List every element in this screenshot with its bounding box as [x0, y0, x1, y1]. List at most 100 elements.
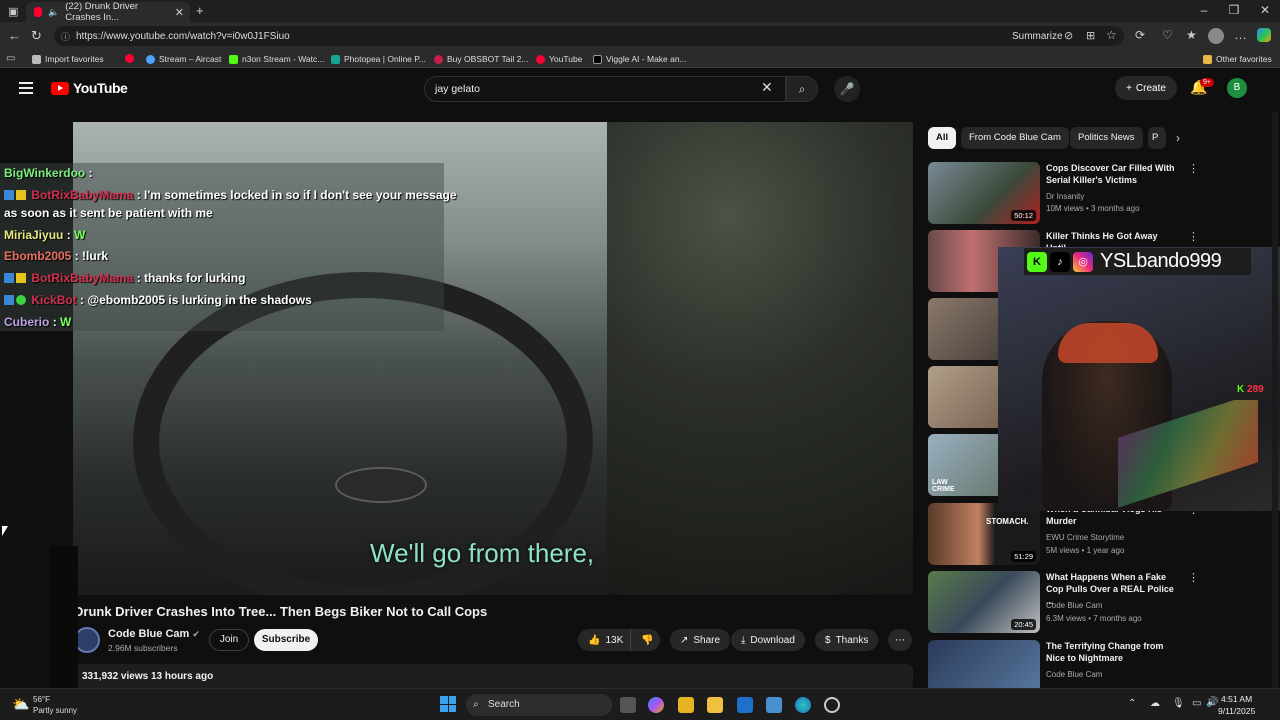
page-scrollbar[interactable] — [1272, 112, 1278, 688]
photos-icon[interactable] — [766, 697, 782, 713]
copilot-taskbar-icon[interactable] — [648, 697, 664, 713]
outlook-icon[interactable] — [737, 697, 753, 713]
reader-icon[interactable]: ⊘ — [1064, 29, 1073, 42]
browser-essentials-icon[interactable]: ♡ — [1162, 28, 1173, 42]
chip-more[interactable]: P — [1148, 127, 1166, 149]
favorites-icon[interactable]: ★ — [1186, 28, 1197, 42]
display-icon[interactable]: ▭ — [1192, 698, 1201, 709]
video-duration: 20:45 — [1011, 619, 1036, 630]
recommendation-item[interactable]: The Terrifying Change from Nice to Night… — [928, 640, 1188, 688]
voice-search-icon[interactable]: 🎤 — [834, 76, 860, 102]
rec-menu-icon[interactable]: ⋮ — [1188, 230, 1199, 243]
account-avatar[interactable]: B — [1227, 78, 1247, 98]
more-actions-button[interactable]: ⋯ — [888, 629, 912, 651]
social-handle: YSLbando999 — [1100, 250, 1222, 272]
other-favorites[interactable]: Other favorites — [1203, 54, 1272, 64]
file-explorer-icon[interactable] — [707, 697, 723, 713]
video-thumbnail[interactable]: STOMACH. 51:29 — [928, 503, 1040, 565]
bookmark-youtube-2[interactable]: YouTube — [536, 54, 582, 64]
windows-start-icon[interactable] — [440, 696, 456, 712]
channel-name[interactable]: Code Blue Cam ✔ — [108, 628, 200, 640]
video-thumbnail[interactable]: 20:45 — [928, 571, 1040, 633]
rec-title[interactable]: The Terrifying Change from Nice to Night… — [1046, 640, 1178, 664]
video-frame-blurred — [607, 122, 913, 595]
tray-chevron-icon[interactable]: ⌃ — [1128, 698, 1136, 709]
clear-search-icon[interactable]: ✕ — [761, 79, 773, 96]
recommendation-item[interactable]: STOMACH.51:29 When a Cannibal Vlogs His … — [928, 503, 1199, 567]
rec-menu-icon[interactable]: ⋮ — [1188, 162, 1199, 175]
youtube-logo[interactable]: YouTube — [51, 80, 128, 96]
bookmark-photopea[interactable]: Photopea | Online P... — [331, 54, 426, 64]
obs-icon[interactable] — [824, 697, 840, 713]
bookmark-menu-icon[interactable]: ▭ — [6, 53, 15, 64]
rec-title[interactable]: Cops Discover Car Filled With Serial Kil… — [1046, 162, 1178, 186]
thumb-overlay-text: STOMACH. — [986, 517, 1029, 526]
rec-channel[interactable]: Dr Insanity — [1046, 192, 1084, 201]
video-thumbnail[interactable]: 50:12 — [928, 162, 1040, 224]
recommendation-item[interactable]: 50:12 Cops Discover Car Filled With Seri… — [928, 162, 1199, 226]
description-box[interactable]: 331,932 views 13 hours ago — [74, 664, 913, 690]
rec-channel[interactable]: EWU Crime Storytime — [1046, 533, 1124, 542]
search-button[interactable]: ⌕ — [786, 76, 818, 102]
browser-tab[interactable]: 🔈 (22) Drunk Driver Crashes In... ✕ — [26, 1, 190, 23]
summarize-button[interactable]: Summarize — [1012, 31, 1063, 42]
dislike-button[interactable]: 👎 — [630, 629, 660, 651]
favorite-star-icon[interactable]: ☆ — [1106, 28, 1117, 42]
app-icon[interactable]: ⊞ — [1086, 29, 1095, 42]
url-field[interactable]: ⓘ https://www.youtube.com/watch?v=i0w0J1… — [54, 26, 1124, 46]
join-button[interactable]: Join — [209, 629, 249, 651]
chat-username: Cuberio — [4, 315, 50, 329]
weather-icon[interactable]: ⛅ — [12, 696, 29, 713]
share-button[interactable]: ↗ Share — [670, 629, 731, 651]
chip-politics-news[interactable]: Politics News — [1070, 127, 1143, 149]
subscribe-button[interactable]: Subscribe — [254, 629, 318, 651]
volume-icon[interactable]: 🔊 — [1206, 697, 1218, 708]
restore-icon[interactable]: ❐ — [1219, 3, 1249, 17]
chips-next-icon[interactable]: › — [1176, 131, 1180, 145]
streamer-hat — [1058, 323, 1158, 363]
tab-actions-icon[interactable]: ▣ — [8, 5, 18, 18]
like-button[interactable]: 👍 13K — [578, 629, 630, 651]
speaker-icon[interactable]: 🔈 — [48, 7, 59, 18]
more-icon[interactable]: … — [1234, 27, 1247, 42]
minimize-icon[interactable]: – — [1189, 3, 1219, 17]
share-icon: ↗ — [680, 634, 689, 646]
extensions-icon[interactable]: ⟳ — [1135, 28, 1145, 42]
back-icon[interactable]: ← — [8, 28, 21, 43]
chip-from-channel[interactable]: From Code Blue Cam — [961, 127, 1069, 149]
close-window-icon[interactable]: ✕ — [1250, 3, 1280, 17]
new-tab-icon[interactable]: + — [196, 3, 204, 18]
youtube-icon — [125, 54, 134, 63]
clock[interactable]: 4:51 AM 9/11/2025 — [1218, 693, 1255, 717]
bookmark-obsbot[interactable]: Buy OBSBOT Tail 2... — [434, 54, 528, 64]
task-view-icon[interactable] — [620, 697, 636, 713]
video-thumbnail[interactable] — [928, 640, 1040, 688]
microphone-icon[interactable]: 🎙 — [1172, 698, 1185, 709]
download-button[interactable]: ⤓ Download — [731, 629, 805, 651]
weather-widget[interactable]: 56°F Partly sunny — [33, 694, 77, 716]
thanks-button[interactable]: $ Thanks — [815, 629, 879, 651]
create-button[interactable]: + Create — [1115, 76, 1177, 100]
refresh-icon[interactable]: ↻ — [31, 28, 42, 44]
taskbar-search[interactable]: ⌕ Search — [466, 694, 612, 716]
copilot-icon[interactable] — [1257, 28, 1271, 42]
close-tab-icon[interactable]: ✕ — [175, 6, 184, 19]
recommendation-item[interactable]: 20:45 What Happens When a Fake Cop Pulls… — [928, 571, 1199, 635]
bookmark-aircast[interactable]: Stream – Aircast — [146, 54, 221, 64]
chat-text: : thanks for lurking — [136, 271, 246, 285]
onedrive-icon[interactable]: ☁ — [1150, 698, 1160, 709]
store-icon[interactable] — [678, 697, 694, 713]
edge-icon[interactable] — [795, 697, 811, 713]
bookmark-n3on[interactable]: n3on Stream - Watc... — [229, 54, 324, 64]
rec-menu-icon[interactable]: ⋮ — [1188, 571, 1199, 584]
rec-channel[interactable]: Code Blue Cam — [1046, 670, 1102, 679]
rec-channel[interactable]: Code Blue Cam — [1046, 601, 1102, 610]
menu-icon[interactable] — [19, 82, 33, 97]
profile-icon[interactable] — [1208, 28, 1224, 44]
bookmark-youtube-1[interactable] — [125, 54, 134, 63]
site-info-icon[interactable]: ⓘ — [61, 30, 70, 43]
bookmark-import[interactable]: Import favorites — [32, 54, 104, 64]
bookmark-viggle[interactable]: Viggle AI - Make an... — [593, 54, 687, 64]
chip-all[interactable]: All — [928, 127, 957, 149]
search-input[interactable]: jay gelato — [424, 76, 786, 102]
